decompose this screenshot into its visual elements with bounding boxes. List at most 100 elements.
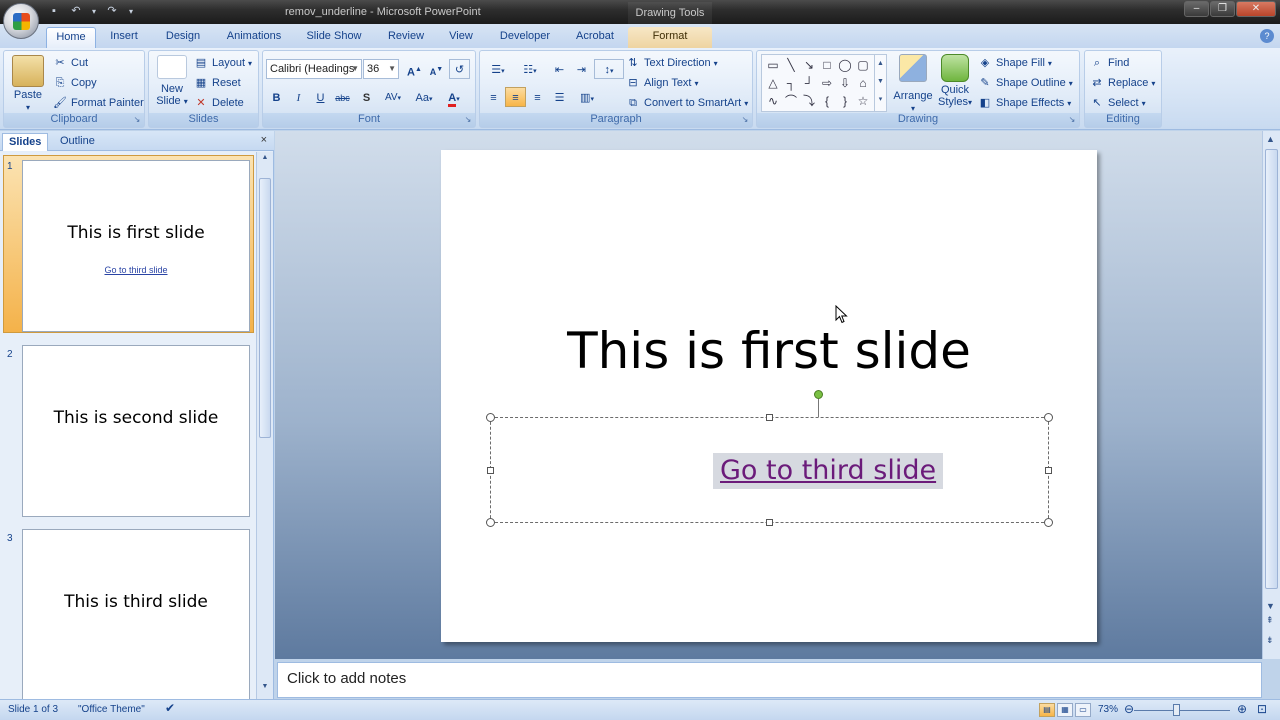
undo-icon[interactable]: ↶ <box>68 4 84 19</box>
scroll-down-icon[interactable]: ▼ <box>259 683 271 697</box>
arrange-button[interactable]: Arrange ▾ <box>893 54 933 115</box>
left-brace-shape-icon[interactable]: { <box>818 92 836 110</box>
arc-shape-icon[interactable]: ⌒ <box>782 92 800 110</box>
resize-handle-nw[interactable] <box>486 413 495 422</box>
delete-button[interactable]: ✕ Delete <box>193 94 243 112</box>
copy-button[interactable]: ⎘ Copy <box>52 74 97 92</box>
tab-outline[interactable]: Outline <box>54 133 101 151</box>
text-direction-button[interactable]: ⇅ Text Direction ▾ <box>625 54 717 72</box>
tab-animations[interactable]: Animations <box>222 27 286 48</box>
decrease-indent-button[interactable]: ⇤ <box>549 59 570 79</box>
bullets-button[interactable]: ☰▾ <box>483 59 513 79</box>
save-icon[interactable]: ▪ <box>46 4 62 19</box>
textbox-shape-icon[interactable]: ▭ <box>764 56 782 74</box>
grow-font-button[interactable]: A▲ <box>404 59 425 79</box>
slide-thumbnail-3[interactable]: This is third slide <box>22 529 250 699</box>
right-arrow-shape-icon[interactable]: ⇨ <box>818 74 836 92</box>
tab-format[interactable]: Format <box>628 27 712 48</box>
font-name-combo[interactable]: Calibri (Headings ▼ <box>266 59 362 79</box>
resize-handle-sw[interactable] <box>486 518 495 527</box>
shape-fill-button[interactable]: ◈ Shape Fill ▾ <box>977 54 1052 72</box>
shape-effects-button[interactable]: ◧ Shape Effects ▾ <box>977 94 1072 112</box>
resize-handle-ne[interactable] <box>1044 413 1053 422</box>
character-spacing-button[interactable]: AV▾ <box>378 87 408 107</box>
reset-button[interactable]: ▦ Reset <box>193 74 241 92</box>
scroll-thumb[interactable] <box>1265 149 1278 589</box>
minimize-icon[interactable]: – <box>1184 1 1209 17</box>
editor-scrollbar[interactable]: ▲ ▼ ⇞ ⇟ <box>1262 131 1280 659</box>
tab-slide-show[interactable]: Slide Show <box>300 27 368 48</box>
paste-button[interactable]: Paste ▾ <box>8 55 48 114</box>
previous-slide-icon[interactable]: ⇞ <box>1266 615 1274 626</box>
slide-thumbnail-2[interactable]: This is second slide <box>22 345 250 517</box>
shape-outline-button[interactable]: ✎ Shape Outline ▾ <box>977 74 1072 92</box>
tab-view[interactable]: View <box>444 27 478 48</box>
selected-textbox[interactable]: Go to third slide <box>486 390 1053 527</box>
slide-title[interactable]: This is first slide <box>441 322 1097 380</box>
numbering-button[interactable]: ☷▾ <box>515 59 545 79</box>
scroll-up-icon[interactable]: ▲ <box>259 154 271 168</box>
font-color-button[interactable]: A▾ <box>440 87 468 107</box>
paragraph-launcher-icon[interactable]: ↘ <box>740 115 750 125</box>
slide-show-icon[interactable]: ▭ <box>1075 703 1091 717</box>
tab-insert[interactable]: Insert <box>102 27 146 48</box>
resize-handle-n[interactable] <box>766 414 773 421</box>
drawing-launcher-icon[interactable]: ↘ <box>1067 115 1077 125</box>
tab-acrobat[interactable]: Acrobat <box>570 27 620 48</box>
bold-button[interactable]: B <box>266 87 287 107</box>
font-size-combo[interactable]: 36 ▼ <box>363 59 399 79</box>
right-brace-shape-icon[interactable]: } <box>836 92 854 110</box>
close-icon[interactable]: ✕ <box>1236 1 1276 17</box>
triangle-shape-icon[interactable]: △ <box>764 74 782 92</box>
rotation-handle[interactable] <box>814 390 823 399</box>
new-slide-button[interactable]: New Slide ▾ <box>152 55 192 108</box>
scroll-down-icon[interactable]: ▼ <box>1266 601 1275 611</box>
scroll-up-icon[interactable]: ▲ <box>1266 134 1275 144</box>
elbow-connector-shape-icon[interactable]: ┐ <box>782 74 800 92</box>
next-slide-icon[interactable]: ⇟ <box>1266 635 1274 646</box>
italic-button[interactable]: I <box>288 87 309 107</box>
curve-shape-icon[interactable]: ∿ <box>764 92 782 110</box>
clear-formatting-button[interactable]: ↺ <box>449 59 470 79</box>
close-pane-icon[interactable]: × <box>261 134 267 146</box>
zoom-out-icon[interactable]: ⊖ <box>1124 702 1134 716</box>
gallery-scroll[interactable]: ▲ ▼ ▾ <box>874 55 886 111</box>
elbow-arrow-shape-icon[interactable]: ┘ <box>800 74 818 92</box>
resize-handle-se[interactable] <box>1044 518 1053 527</box>
quick-styles-button[interactable]: Quick Styles▾ <box>935 54 975 109</box>
align-text-button[interactable]: ⊟ Align Text ▾ <box>625 74 698 92</box>
line-shape-icon[interactable]: ╲ <box>782 56 800 74</box>
fit-to-window-icon[interactable]: ⊡ <box>1257 702 1267 716</box>
scroll-thumb[interactable] <box>259 178 271 438</box>
normal-view-icon[interactable]: ▤ <box>1039 703 1055 717</box>
text-shadow-button[interactable]: S <box>356 87 377 107</box>
align-right-button[interactable]: ≡ <box>527 87 548 107</box>
oval-shape-icon[interactable]: ◯ <box>836 56 854 74</box>
zoom-slider[interactable] <box>1134 710 1230 711</box>
notes-pane[interactable]: Click to add notes <box>277 662 1262 698</box>
rounded-rect-shape-icon[interactable]: ▢ <box>854 56 872 74</box>
slide-thumbnail-1[interactable]: This is first slide Go to third slide <box>22 160 250 332</box>
convert-smartart-button[interactable]: ⧉ Convert to SmartArt ▾ <box>625 94 748 112</box>
tab-developer[interactable]: Developer <box>494 27 556 48</box>
resize-handle-w[interactable] <box>487 467 494 474</box>
tab-design[interactable]: Design <box>158 27 208 48</box>
align-center-button[interactable]: ≡ <box>505 87 526 107</box>
rectangle-shape-icon[interactable]: □ <box>818 56 836 74</box>
resize-handle-e[interactable] <box>1045 467 1052 474</box>
cut-button[interactable]: ✂ Cut <box>52 54 88 72</box>
layout-button[interactable]: ▤ Layout ▾ <box>193 54 252 72</box>
undo-dropdown-icon[interactable]: ▾ <box>90 4 98 19</box>
freeform-shape-icon[interactable]: ⌂ <box>854 74 872 92</box>
redo-icon[interactable]: ↷ <box>104 4 120 19</box>
thumbnails-scrollbar[interactable]: ▲ ▼ <box>256 152 273 699</box>
star-shape-icon[interactable]: ☆ <box>854 92 872 110</box>
zoom-in-icon[interactable]: ⊕ <box>1237 702 1247 716</box>
arrow-line-shape-icon[interactable]: ↘ <box>800 56 818 74</box>
strikethrough-button[interactable]: abc <box>332 87 353 107</box>
tab-home[interactable]: Home <box>46 27 96 48</box>
replace-button[interactable]: ⇄ Replace ▾ <box>1089 74 1155 92</box>
font-launcher-icon[interactable]: ↘ <box>463 115 473 125</box>
format-painter-button[interactable]: 🖌 Format Painter <box>52 94 144 112</box>
clipboard-launcher-icon[interactable]: ↘ <box>132 115 142 125</box>
